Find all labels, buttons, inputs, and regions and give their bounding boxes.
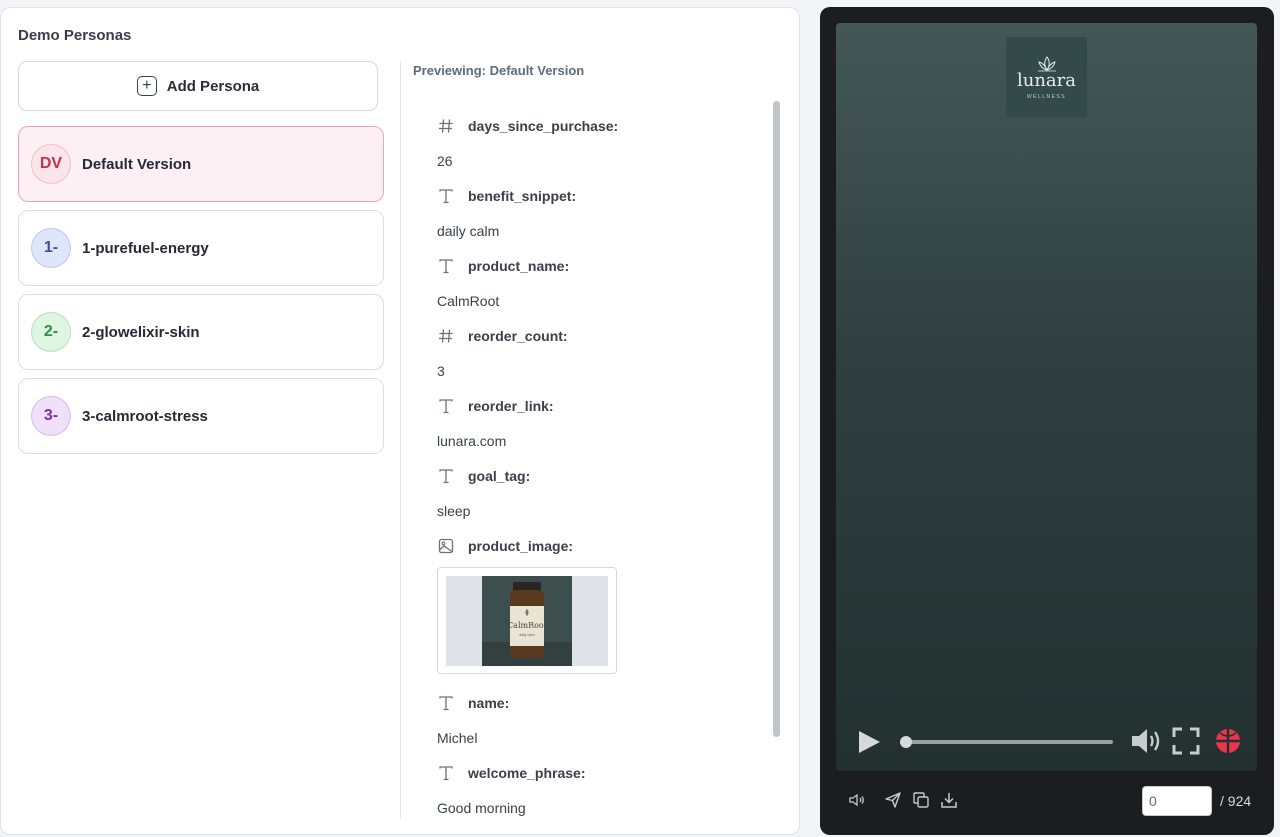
persona-field: product_image: CalmRoot daily calm — [437, 531, 757, 674]
field-label: welcome_phrase: — [468, 765, 586, 781]
persona-avatar: 1- — [31, 228, 71, 268]
hash-icon — [437, 327, 455, 345]
brand-tagline: WELLNESS — [1026, 93, 1067, 100]
text-icon — [437, 397, 455, 415]
persona-field: product_name: CalmRoot — [437, 251, 757, 321]
persona-field: days_since_purchase: 26 — [437, 111, 757, 181]
field-header: welcome_phrase: — [437, 758, 757, 788]
image-icon — [437, 537, 455, 555]
add-persona-label: Add Persona — [166, 77, 260, 95]
fields-scrollbar[interactable] — [773, 101, 780, 737]
download-icon[interactable] — [940, 791, 958, 809]
text-icon — [437, 467, 455, 485]
text-icon — [437, 694, 455, 712]
field-header: product_image: — [437, 531, 757, 561]
field-value: Michel — [437, 730, 478, 746]
preview-label: Previewing: Default Version — [413, 63, 585, 78]
persona-fields: days_since_purchase: 26 benefit_snippet: da… — [437, 111, 757, 828]
text-icon — [437, 764, 455, 782]
copy-icon[interactable] — [912, 791, 930, 809]
demo-personas-panel: Demo Personas + Add Persona DV Default Ve… — [0, 7, 800, 835]
field-label: benefit_snippet: — [468, 188, 577, 204]
persona-field: name: Michel — [437, 688, 757, 758]
field-label: goal_tag: — [468, 468, 531, 484]
field-label: days_since_purchase: — [468, 118, 619, 134]
brand-name: lunara — [1016, 69, 1076, 91]
brand-logo: lunara WELLNESS — [1006, 37, 1087, 118]
persona-name: 3-calmroot-stress — [82, 407, 208, 425]
persona-name: Default Version — [82, 155, 192, 173]
field-label: product_image: — [468, 538, 574, 554]
field-label: reorder_link: — [468, 398, 554, 414]
panel-title: Demo Personas — [18, 27, 132, 44]
audio-icon[interactable] — [848, 791, 866, 809]
brand-badge-icon[interactable] — [1214, 727, 1242, 755]
hash-icon — [437, 117, 455, 135]
add-persona-button[interactable]: + Add Persona — [18, 61, 378, 111]
frame-total: / 924 — [1220, 793, 1252, 809]
text-icon — [437, 187, 455, 205]
field-value: sleep — [437, 503, 471, 519]
persona-field: reorder_count: 3 — [437, 321, 757, 391]
divider — [400, 61, 401, 819]
persona-field: welcome_phrase: Good morning — [437, 758, 757, 828]
field-value: CalmRoot — [437, 293, 500, 309]
frame-number-input[interactable] — [1142, 786, 1212, 816]
persona-card[interactable]: 1- 1-purefuel-energy — [18, 210, 384, 286]
field-header: reorder_count: — [437, 321, 757, 351]
plus-square-icon: + — [136, 76, 157, 96]
persona-card[interactable]: DV Default Version — [18, 126, 384, 202]
field-value: 3 — [437, 363, 445, 379]
field-header: name: — [437, 688, 757, 718]
video-preview-panel: lunara WELLNESS 0 / 924 — [820, 7, 1274, 835]
field-value: Good morning — [437, 800, 526, 816]
fullscreen-icon[interactable] — [1172, 727, 1200, 755]
play-icon[interactable] — [856, 729, 882, 755]
persona-avatar: 3- — [31, 396, 71, 436]
field-label: name: — [468, 695, 510, 711]
field-header: goal_tag: — [437, 461, 757, 491]
persona-avatar: 2- — [31, 312, 71, 352]
bottle-brand-text: CalmRoot — [507, 621, 548, 630]
svg-text:daily calm: daily calm — [519, 633, 535, 637]
send-icon[interactable] — [884, 791, 902, 809]
field-header: benefit_snippet: — [437, 181, 757, 211]
volume-icon[interactable] — [1130, 726, 1162, 756]
seek-bar[interactable] — [900, 736, 1113, 748]
field-value: 26 — [437, 153, 453, 169]
persona-card[interactable]: 2- 2-glowelixir-skin — [18, 294, 384, 370]
product-image-preview[interactable]: CalmRoot daily calm — [437, 567, 617, 674]
persona-avatar: DV — [31, 144, 71, 184]
persona-field: reorder_link: lunara.com — [437, 391, 757, 461]
field-value: daily calm — [437, 223, 500, 239]
persona-name: 2-glowelixir-skin — [82, 323, 200, 341]
field-label: product_name: — [468, 258, 570, 274]
field-header: product_name: — [437, 251, 757, 281]
persona-name: 1-purefuel-energy — [82, 239, 209, 257]
field-label: reorder_count: — [468, 328, 568, 344]
seek-handle[interactable] — [900, 736, 912, 748]
field-header: days_since_purchase: — [437, 111, 757, 141]
persona-field: goal_tag:sleep — [437, 461, 757, 531]
field-value: lunara.com — [437, 433, 507, 449]
persona-card[interactable]: 3- 3-calmroot-stress — [18, 378, 384, 454]
video-player[interactable]: lunara WELLNESS — [836, 23, 1257, 771]
field-header: reorder_link: — [437, 391, 757, 421]
product-bottle-image: CalmRoot daily calm — [482, 576, 572, 666]
persona-field: benefit_snippet:daily calm — [437, 181, 757, 251]
persona-list: DV Default Version 1- 1-purefuel-energy 2- 2-… — [18, 126, 384, 462]
text-icon — [437, 257, 455, 275]
